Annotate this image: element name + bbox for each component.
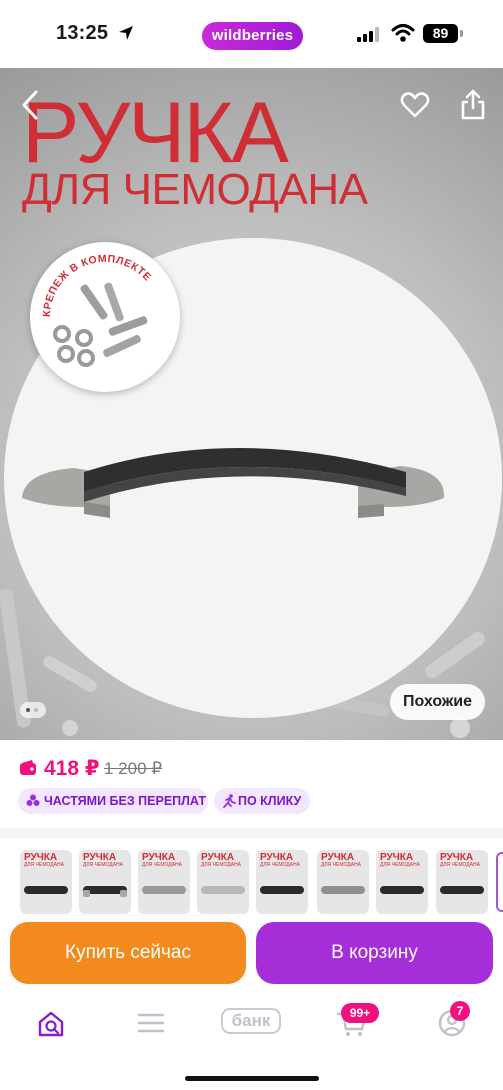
variant-thumbnail[interactable]: РУЧКА ДЛЯ ЧЕМОДАНА (138, 850, 190, 914)
menu-icon[interactable] (131, 1008, 171, 1038)
thumbnail-subtitle: ДЛЯ ЧЕМОДАНА (440, 862, 480, 868)
similar-products-button[interactable]: Похожие (390, 684, 485, 720)
running-person-icon (223, 794, 236, 808)
section-divider (0, 828, 503, 838)
thumbnail-handle-image (380, 886, 424, 894)
buy-now-button[interactable]: Купить сейчас (10, 922, 246, 984)
back-chevron-icon[interactable] (18, 88, 42, 122)
brand-pill[interactable]: wildberries (202, 22, 303, 50)
thumbnail-subtitle: ДЛЯ ЧЕМОДАНА (24, 862, 64, 868)
thumbnail-handle-end (120, 890, 127, 897)
thumbnail-handle-image (260, 886, 304, 894)
share-icon[interactable] (460, 88, 486, 120)
hero-subtitle: ДЛЯ ЧЕМОДАНА (22, 165, 368, 214)
wallet-icon (20, 760, 36, 775)
thumbnail-handle-image (142, 886, 186, 894)
thumbnail-subtitle: ДЛЯ ЧЕМОДАНА (321, 862, 361, 868)
installments-icon (26, 794, 40, 806)
bank-icon[interactable]: банк (221, 1008, 281, 1034)
cart-badge: 99+ (341, 1003, 379, 1023)
variant-thumbnail[interactable]: РУЧКА ДЛЯ ЧЕМОДАНА (317, 850, 369, 914)
fasteners-label: КРЕПЕЖ В КОМПЛЕКТЕ (41, 253, 153, 367)
variant-thumbnail[interactable]: РУЧКА ДЛЯ ЧЕМОДАНА (20, 850, 72, 914)
current-price: 418 ₽ (44, 757, 100, 780)
thumbnails-scroll-indicator[interactable] (496, 852, 503, 912)
variant-thumbnail[interactable]: РУЧКА ДЛЯ ЧЕМОДАНА (376, 850, 428, 914)
old-price: 1 200 ₽ (104, 759, 163, 778)
gallery-page-indicator (20, 702, 46, 718)
thumbnail-subtitle: ДЛЯ ЧЕМОДАНА (83, 862, 123, 868)
one-click-chip[interactable]: ПО КЛИКУ (214, 788, 310, 814)
product-gallery[interactable]: РУЧКА ДЛЯ ЧЕМОДАНА КРЕПЕЖ В КОМПЛЕКТЕ По… (0, 68, 503, 740)
battery-indicator: 89 (423, 24, 458, 43)
thumbnail-handle-image (440, 886, 484, 894)
thumbnail-subtitle: ДЛЯ ЧЕМОДАНА (201, 862, 241, 868)
suitcase-handle-image (22, 448, 445, 518)
add-to-cart-button[interactable]: В корзину (256, 922, 493, 984)
location-arrow-icon (119, 26, 133, 40)
page-dot-active (26, 708, 30, 712)
favorite-heart-icon[interactable] (400, 90, 430, 120)
status-bar: 13:25 wildberries 89 (0, 0, 503, 68)
thumbnail-subtitle: ДЛЯ ЧЕМОДАНА (142, 862, 182, 868)
variant-thumbnail[interactable]: РУЧКА ДЛЯ ЧЕМОДАНА (197, 850, 249, 914)
thumbnail-handle-end (83, 890, 90, 897)
variant-thumbnail[interactable]: РУЧКА ДЛЯ ЧЕМОДАНА (436, 850, 488, 914)
profile-badge: 7 (450, 1001, 470, 1021)
page-dot (34, 708, 38, 712)
fasteners-circle: КРЕПЕЖ В КОМПЛЕКТЕ (30, 242, 180, 392)
battery-nub (460, 30, 463, 37)
thumbnail-handle-image (321, 886, 365, 894)
home-indicator (185, 1076, 319, 1081)
cellular-signal-icon (357, 27, 379, 42)
one-click-chip-label: ПО КЛИКУ (238, 794, 302, 808)
wifi-icon (391, 24, 415, 42)
thumbnail-handle-image (201, 886, 245, 894)
installments-chip-label: ЧАСТЯМИ БЕЗ ПЕРЕПЛАТ (44, 794, 206, 808)
home-search-icon[interactable] (32, 1008, 72, 1038)
thumbnail-handle-image (24, 886, 68, 894)
installments-chip[interactable]: ЧАСТЯМИ БЕЗ ПЕРЕПЛАТ (18, 788, 208, 814)
thumbnail-subtitle: ДЛЯ ЧЕМОДАНА (380, 862, 420, 868)
variant-thumbnail[interactable]: РУЧКА ДЛЯ ЧЕМОДАНА (79, 850, 131, 914)
bolts-icon (53, 282, 148, 367)
variant-thumbnail[interactable]: РУЧКА ДЛЯ ЧЕМОДАНА (256, 850, 308, 914)
thumbnail-subtitle: ДЛЯ ЧЕМОДАНА (260, 862, 300, 868)
status-time: 13:25 (56, 22, 109, 44)
hero-title: РУЧКА (22, 85, 289, 181)
